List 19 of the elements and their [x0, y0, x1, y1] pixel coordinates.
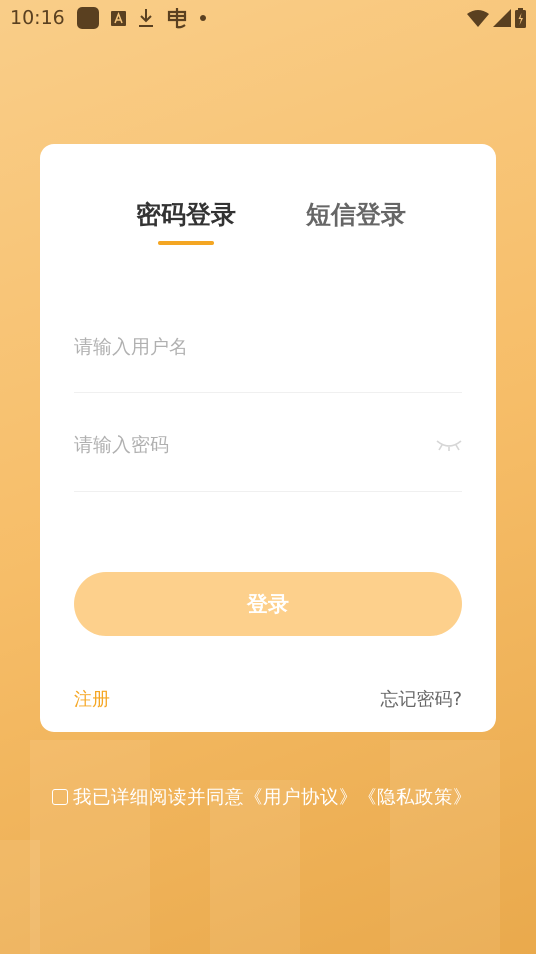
wifi-icon [467, 10, 489, 26]
download-icon [138, 8, 154, 28]
username-field[interactable]: 请输入用户名 [74, 336, 462, 358]
password-field[interactable]: 请输入密码 [74, 434, 436, 456]
text-box-icon [110, 10, 126, 26]
agree-checkbox[interactable] [52, 788, 68, 804]
signal-icon [493, 9, 511, 27]
agreement-text: 我已详细阅读并同意《用户协议》《隐私政策》 [73, 784, 472, 809]
dot-icon [200, 15, 206, 21]
closed-eye-icon[interactable] [436, 439, 462, 451]
battery-icon [515, 8, 526, 28]
clock-time: 10:16 [10, 7, 65, 29]
forgot-password-link[interactable]: 忘记密码? [380, 687, 462, 711]
app-square-icon [76, 7, 99, 29]
login-tab[interactable]: 密码登录 [136, 198, 236, 245]
policy-link[interactable]: 《用户协议》 [244, 784, 358, 809]
register-link[interactable]: 注册 [74, 687, 110, 711]
policy-link[interactable]: 《隐私政策》 [358, 784, 472, 809]
login-tab[interactable]: 短信登录 [306, 198, 406, 245]
